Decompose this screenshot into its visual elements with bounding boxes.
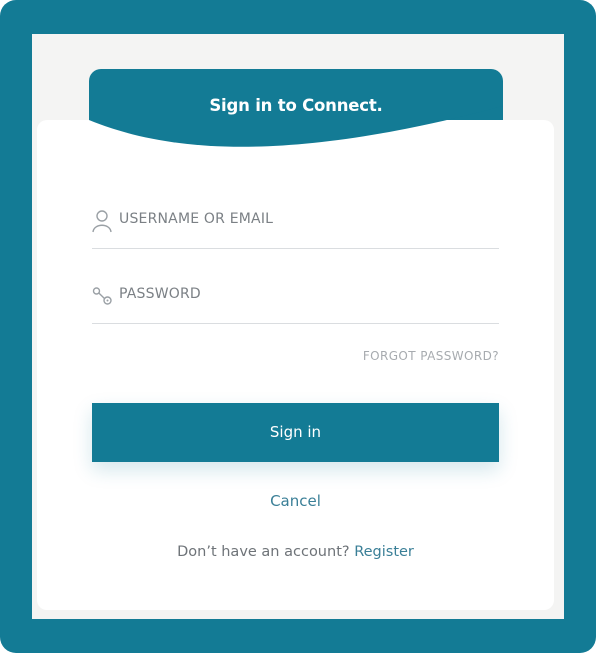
page-title: Sign in to Connect. <box>209 96 383 115</box>
user-icon <box>92 208 114 234</box>
password-placeholder: PASSWORD <box>119 286 201 302</box>
cancel-link[interactable]: Cancel <box>92 492 499 510</box>
username-field[interactable]: USERNAME OR EMAIL <box>92 208 499 249</box>
register-prompt: Don’t have an account? <box>177 544 350 560</box>
username-placeholder: USERNAME OR EMAIL <box>119 211 274 227</box>
register-row: Don’t have an account? Register <box>92 544 499 560</box>
register-link[interactable]: Register <box>354 544 414 560</box>
key-icon <box>92 283 114 309</box>
password-field[interactable]: PASSWORD <box>92 283 499 324</box>
forgot-password-link[interactable]: FORGOT PASSWORD? <box>363 349 499 363</box>
sign-in-button[interactable]: Sign in <box>92 403 499 462</box>
login-card <box>37 120 554 610</box>
